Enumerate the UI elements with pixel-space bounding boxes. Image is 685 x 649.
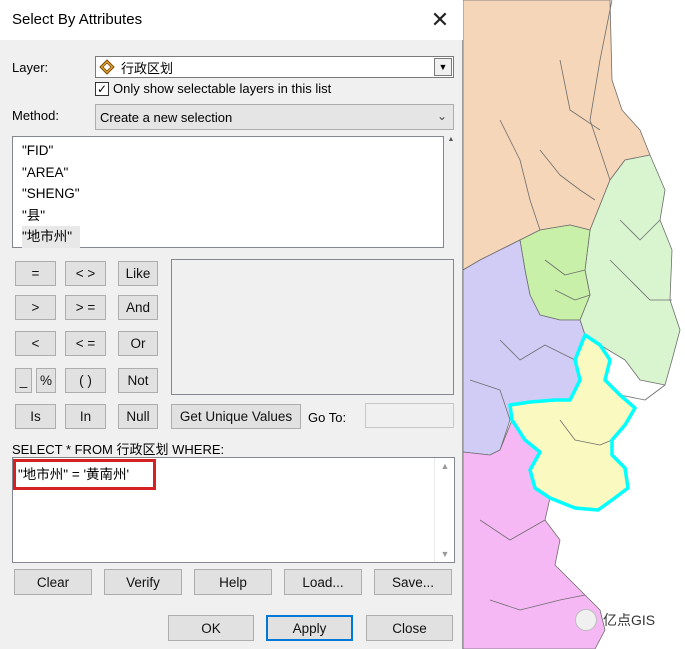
layer-dropdown[interactable]: 行政区划 ▼	[95, 56, 454, 78]
sql-prefix-label: SELECT * FROM 行政区划 WHERE:	[12, 442, 225, 457]
field-item-selected[interactable]: "地市州"	[22, 226, 81, 248]
layer-value: 行政区划	[121, 60, 174, 76]
get-unique-values-button[interactable]: Get Unique Values	[171, 404, 301, 429]
goto-input[interactable]	[365, 403, 454, 428]
help-button[interactable]: Help	[194, 569, 272, 595]
method-dropdown[interactable]: Create a new selection ⌄	[95, 104, 454, 130]
title-bar[interactable]: Select By Attributes ✕	[0, 0, 463, 40]
field-item[interactable]: "AREA"	[22, 162, 76, 184]
only-selectable-checkbox[interactable]: ✓	[95, 81, 109, 96]
watermark-text: 亿点GIS	[603, 612, 656, 628]
verify-button[interactable]: Verify	[104, 569, 182, 595]
unique-values-list[interactable]	[171, 259, 454, 395]
field-item[interactable]: "FID"	[22, 140, 61, 162]
sql-expression-box[interactable]: "地市州" = '黄南州'	[12, 457, 455, 563]
only-selectable-label: Only show selectable layers in this list	[113, 81, 332, 96]
null-button[interactable]: Null	[118, 404, 158, 429]
chevron-down-icon[interactable]: ▼	[434, 58, 452, 76]
close-button[interactable]: Close	[366, 615, 453, 641]
method-value: Create a new selection	[100, 109, 233, 125]
polygon-layer-icon	[99, 59, 115, 75]
like-button[interactable]: Like	[118, 261, 158, 286]
field-list-scroll-up-icon[interactable]: ▲	[446, 136, 456, 248]
or-button[interactable]: Or	[118, 331, 158, 356]
equals-button[interactable]: =	[15, 261, 56, 286]
in-button[interactable]: In	[65, 404, 106, 429]
method-label: Method:	[12, 108, 59, 123]
greater-equal-button[interactable]: > =	[65, 295, 106, 320]
clear-button[interactable]: Clear	[14, 569, 92, 595]
field-list[interactable]: "FID" "AREA" "SHENG" "县" "地市州"	[12, 136, 444, 248]
apply-button[interactable]: Apply	[266, 615, 353, 641]
sql-scrollbar[interactable]: ▲ ▼	[434, 458, 454, 562]
sql-expression-text[interactable]: "地市州" = '黄南州'	[18, 463, 129, 483]
layer-label: Layer:	[12, 60, 49, 75]
less-equal-button[interactable]: < =	[65, 331, 106, 356]
close-icon[interactable]: ✕	[425, 5, 455, 35]
percent-button[interactable]: %	[36, 368, 56, 393]
save-button[interactable]: Save...	[374, 569, 452, 595]
scroll-down-icon[interactable]: ▼	[435, 546, 455, 562]
chevron-down-icon: ⌄	[436, 109, 447, 123]
field-item[interactable]: "县"	[22, 205, 53, 227]
dialog-title: Select By Attributes	[12, 11, 143, 28]
watermark-logo-icon	[575, 609, 597, 631]
ok-button[interactable]: OK	[168, 615, 254, 641]
underscore-button[interactable]: _	[15, 368, 32, 393]
and-button[interactable]: And	[118, 295, 158, 320]
field-item[interactable]: "SHENG"	[22, 183, 88, 205]
select-by-attributes-dialog: Select By Attributes ✕ Layer: 行政区划 ▼ ✓ O…	[0, 0, 463, 649]
greater-button[interactable]: >	[15, 295, 56, 320]
goto-label: Go To:	[308, 410, 347, 425]
not-equal-button[interactable]: < >	[65, 261, 106, 286]
parentheses-button[interactable]: ( )	[65, 368, 106, 393]
scroll-up-icon[interactable]: ▲	[435, 458, 455, 474]
watermark: 亿点GIS	[575, 608, 655, 632]
not-button[interactable]: Not	[118, 368, 158, 393]
load-button[interactable]: Load...	[284, 569, 362, 595]
less-button[interactable]: <	[15, 331, 56, 356]
is-button[interactable]: Is	[15, 404, 56, 429]
only-selectable-row[interactable]: ✓ Only show selectable layers in this li…	[95, 81, 331, 96]
